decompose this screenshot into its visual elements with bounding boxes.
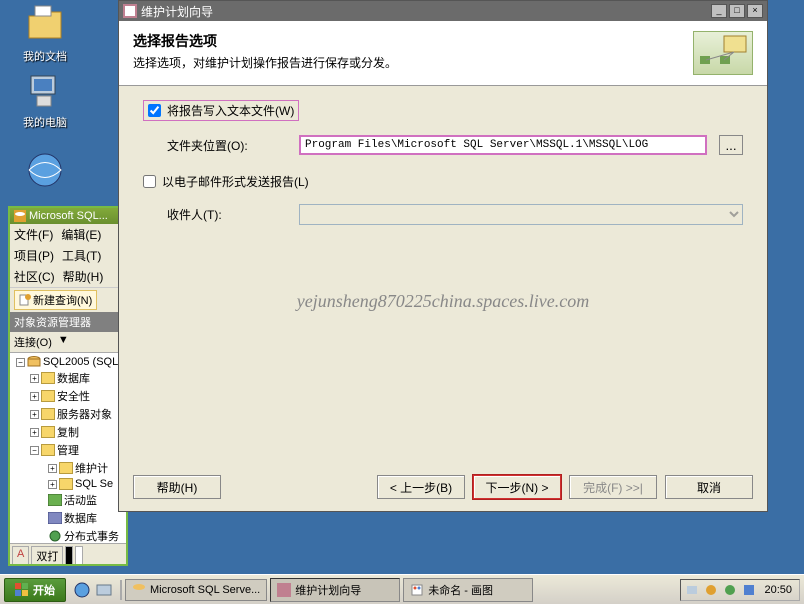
ssms-titlebar[interactable]: Microsoft SQL... [10, 208, 126, 224]
wizard-icon [123, 4, 137, 18]
ql-ie-icon[interactable] [73, 581, 91, 599]
tree-replication[interactable]: +复制 [12, 423, 124, 441]
wizard-task-icon [277, 583, 291, 597]
maintenance-wizard-dialog: 维护计划向导 _ □ × 选择报告选项 选择选项，对维护计划操作报告进行保存或分… [118, 0, 768, 512]
db-icon [48, 512, 62, 524]
write-text-file-checkbox[interactable] [148, 104, 161, 117]
write-text-file-label: 将报告写入文本文件(W) [167, 102, 294, 119]
ssms-menubar-2: 项目(P) 工具(T) [10, 245, 126, 266]
tree-maintenance[interactable]: +维护计 [12, 459, 124, 477]
menu-file[interactable]: 文件(F) [14, 226, 53, 243]
tree-actmon[interactable]: 活动监 [12, 491, 124, 509]
write-text-file-checkbox-wrap: 将报告写入文本文件(W) [143, 100, 299, 121]
quick-launch [69, 581, 117, 599]
computer-icon [25, 70, 65, 110]
menu-comm[interactable]: 社区(C) [14, 268, 55, 285]
monitor-icon [48, 494, 62, 506]
network-icon [25, 150, 65, 190]
taskbar: 开始 Microsoft SQL Serve... 维护计划向导 未命名 - 画… [0, 574, 804, 604]
new-query-icon [19, 294, 31, 306]
paint-task-icon [410, 583, 424, 597]
watermark-text: yejunsheng870225china.spaces.live.com [119, 291, 767, 312]
folder-path-input[interactable] [299, 135, 707, 155]
tree-dist[interactable]: 分布式事务 [12, 527, 124, 543]
wizard-titlebar[interactable]: 维护计划向导 _ □ × [119, 1, 767, 21]
ssms-window[interactable]: Microsoft SQL... 文件(F) 编辑(E) 项目(P) 工具(T)… [8, 206, 128, 566]
start-button[interactable]: 开始 [4, 578, 66, 602]
recipient-combobox [299, 204, 743, 225]
object-explorer-tree[interactable]: −SQL2005 (SQL +数据库 +安全性 +服务器对象 +复制 −管理 +… [10, 353, 126, 543]
windows-logo-icon [15, 583, 29, 597]
wizard-button-row: 帮助(H) < 上一步(B) 下一步(N) > 完成(F) >>| 取消 [133, 475, 753, 499]
ssms-menubar: 文件(F) 编辑(E) [10, 224, 126, 245]
tray-icon-3[interactable] [723, 583, 737, 597]
wizard-heading: 选择报告选项 [133, 31, 397, 51]
wizard-title-text: 维护计划向导 [141, 3, 213, 20]
tree-security[interactable]: +安全性 [12, 387, 124, 405]
ql-desktop-icon[interactable] [95, 581, 113, 599]
wizard-subheading: 选择选项，对维护计划操作报告进行保存或分发。 [133, 54, 397, 71]
back-button[interactable]: < 上一步(B) [377, 475, 465, 499]
server-icon [27, 356, 41, 368]
desktop-icon-label: 我的电脑 [23, 117, 67, 129]
strip-b[interactable]: 双打 [31, 546, 63, 566]
menu-edit[interactable]: 编辑(E) [61, 226, 101, 243]
ssms-toolbar: 新建查询(N) [10, 287, 126, 312]
taskbar-task-wizard[interactable]: 维护计划向导 [270, 578, 400, 602]
wizard-header: 选择报告选项 选择选项，对维护计划操作报告进行保存或分发。 [119, 21, 767, 85]
tree-management[interactable]: −管理 [12, 441, 124, 459]
menu-tool[interactable]: 工具(T) [62, 247, 101, 264]
email-report-checkbox[interactable] [143, 175, 156, 188]
menu-help[interactable]: 帮助(H) [63, 268, 104, 285]
cancel-button[interactable]: 取消 [665, 475, 753, 499]
email-report-label: 以电子邮件形式发送报告(L) [162, 173, 309, 190]
ssms-icon [14, 210, 26, 222]
strip-a[interactable]: A [12, 546, 29, 566]
finish-button: 完成(F) >>| [569, 475, 657, 499]
object-explorer-title: 对象资源管理器 [10, 312, 126, 332]
tree-databases[interactable]: +数据库 [12, 369, 124, 387]
browse-button[interactable]: ... [719, 135, 743, 155]
help-button[interactable]: 帮助(H) [133, 475, 221, 499]
desktop-icon-network[interactable] [10, 150, 80, 194]
taskbar-task-paint[interactable]: 未命名 - 画图 [403, 578, 533, 602]
tree-sqlse[interactable]: +SQL Se [12, 477, 124, 491]
close-button[interactable]: × [747, 4, 763, 18]
connect-button[interactable]: 连接(O) [14, 334, 52, 350]
tree-server-objects[interactable]: +服务器对象 [12, 405, 124, 423]
maximize-button[interactable]: □ [729, 4, 745, 18]
dtc-icon [48, 530, 62, 542]
folder-docs-icon [25, 4, 65, 44]
recipient-label: 收件人(T): [167, 206, 287, 223]
ssms-task-icon [132, 583, 146, 597]
clock[interactable]: 20:50 [761, 584, 795, 596]
object-explorer-toolbar: 连接(O)▼ [10, 332, 126, 353]
ssms-menubar-3: 社区(C) 帮助(H) [10, 266, 126, 287]
tray-icon-4[interactable] [742, 583, 756, 597]
menu-proj[interactable]: 项目(P) [14, 247, 54, 264]
ssms-title-text: Microsoft SQL... [29, 210, 108, 222]
tree-datamg[interactable]: 数据库 [12, 509, 124, 527]
wizard-header-graphic [693, 31, 753, 75]
desktop-icon-mydocs[interactable]: 我的文档 [10, 4, 80, 64]
desktop-icon-label: 我的文档 [23, 51, 67, 63]
taskbar-task-ssms[interactable]: Microsoft SQL Serve... [125, 579, 267, 601]
next-button[interactable]: 下一步(N) > [473, 475, 561, 499]
new-query-button[interactable]: 新建查询(N) [14, 290, 97, 310]
system-tray: 20:50 [680, 579, 800, 601]
ssms-status-strip: A 双打 [10, 543, 126, 566]
tray-icon-1[interactable] [685, 583, 699, 597]
wizard-body: 将报告写入文本文件(W) 文件夹位置(O): ... 以电子邮件形式发送报告(L… [119, 86, 767, 239]
desktop-icon-mycomputer[interactable]: 我的电脑 [10, 70, 80, 130]
tray-icon-2[interactable] [704, 583, 718, 597]
folder-label: 文件夹位置(O): [167, 137, 287, 154]
tree-root[interactable]: −SQL2005 (SQL [12, 355, 124, 369]
minimize-button[interactable]: _ [711, 4, 727, 18]
